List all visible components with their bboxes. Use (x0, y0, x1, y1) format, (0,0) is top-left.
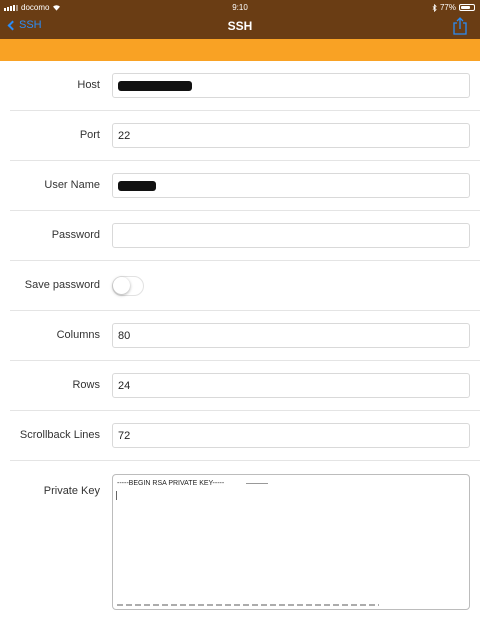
columns-row: Columns 80 (10, 311, 480, 361)
redacted-key-text (117, 604, 379, 606)
rows-label: Rows (72, 379, 100, 391)
status-right: 77% (432, 3, 475, 12)
redacted-key-fragment (246, 482, 269, 484)
private-key-row: Private Key -----BEGIN RSA PRIVATE KEY--… (10, 461, 480, 621)
rows-row: Rows 24 (10, 361, 480, 411)
columns-input[interactable]: 80 (112, 323, 470, 348)
share-icon[interactable] (452, 17, 468, 35)
save-password-row: Save password (10, 261, 480, 311)
scrollback-label: Scrollback Lines (19, 429, 100, 441)
private-key-first-line: -----BEGIN RSA PRIVATE KEY----- (117, 480, 225, 487)
scrollback-input[interactable]: 72 (112, 423, 470, 448)
host-row: Host (10, 61, 480, 111)
port-label: Port (79, 129, 100, 141)
redacted-user-name (118, 181, 156, 192)
status-time: 9:10 (232, 3, 248, 12)
bluetooth-icon (432, 3, 437, 12)
redacted-host (118, 81, 192, 92)
text-cursor (116, 491, 117, 500)
password-input[interactable] (112, 223, 470, 248)
ssh-settings-form: Host Port 22 User Name Password Save pas… (0, 61, 480, 621)
navigation-bar: SSH SSH (0, 14, 480, 39)
user-name-input[interactable] (112, 173, 470, 198)
save-password-toggle[interactable] (112, 276, 144, 296)
user-name-row: User Name (10, 161, 480, 211)
scrollback-row: Scrollback Lines 72 (10, 411, 480, 461)
private-key-textarea[interactable]: -----BEGIN RSA PRIVATE KEY----- (112, 474, 470, 610)
host-label: Host (77, 79, 100, 91)
columns-label: Columns (56, 329, 100, 341)
private-key-label: Private Key (43, 485, 100, 497)
battery-icon (459, 4, 475, 11)
port-row: Port 22 (10, 111, 480, 161)
accent-band (0, 39, 480, 61)
page-title: SSH (227, 19, 253, 33)
password-row: Password (10, 211, 480, 261)
host-input[interactable] (112, 73, 470, 98)
rows-input[interactable]: 24 (112, 373, 470, 398)
battery-percent: 77% (439, 3, 456, 12)
port-input[interactable]: 22 (112, 123, 470, 148)
password-label: Password (51, 229, 100, 241)
toggle-knob (113, 277, 130, 294)
save-password-label: Save password (24, 279, 100, 291)
status-bar: docomo 9:10 77% (0, 0, 480, 14)
user-name-label: User Name (44, 179, 100, 191)
